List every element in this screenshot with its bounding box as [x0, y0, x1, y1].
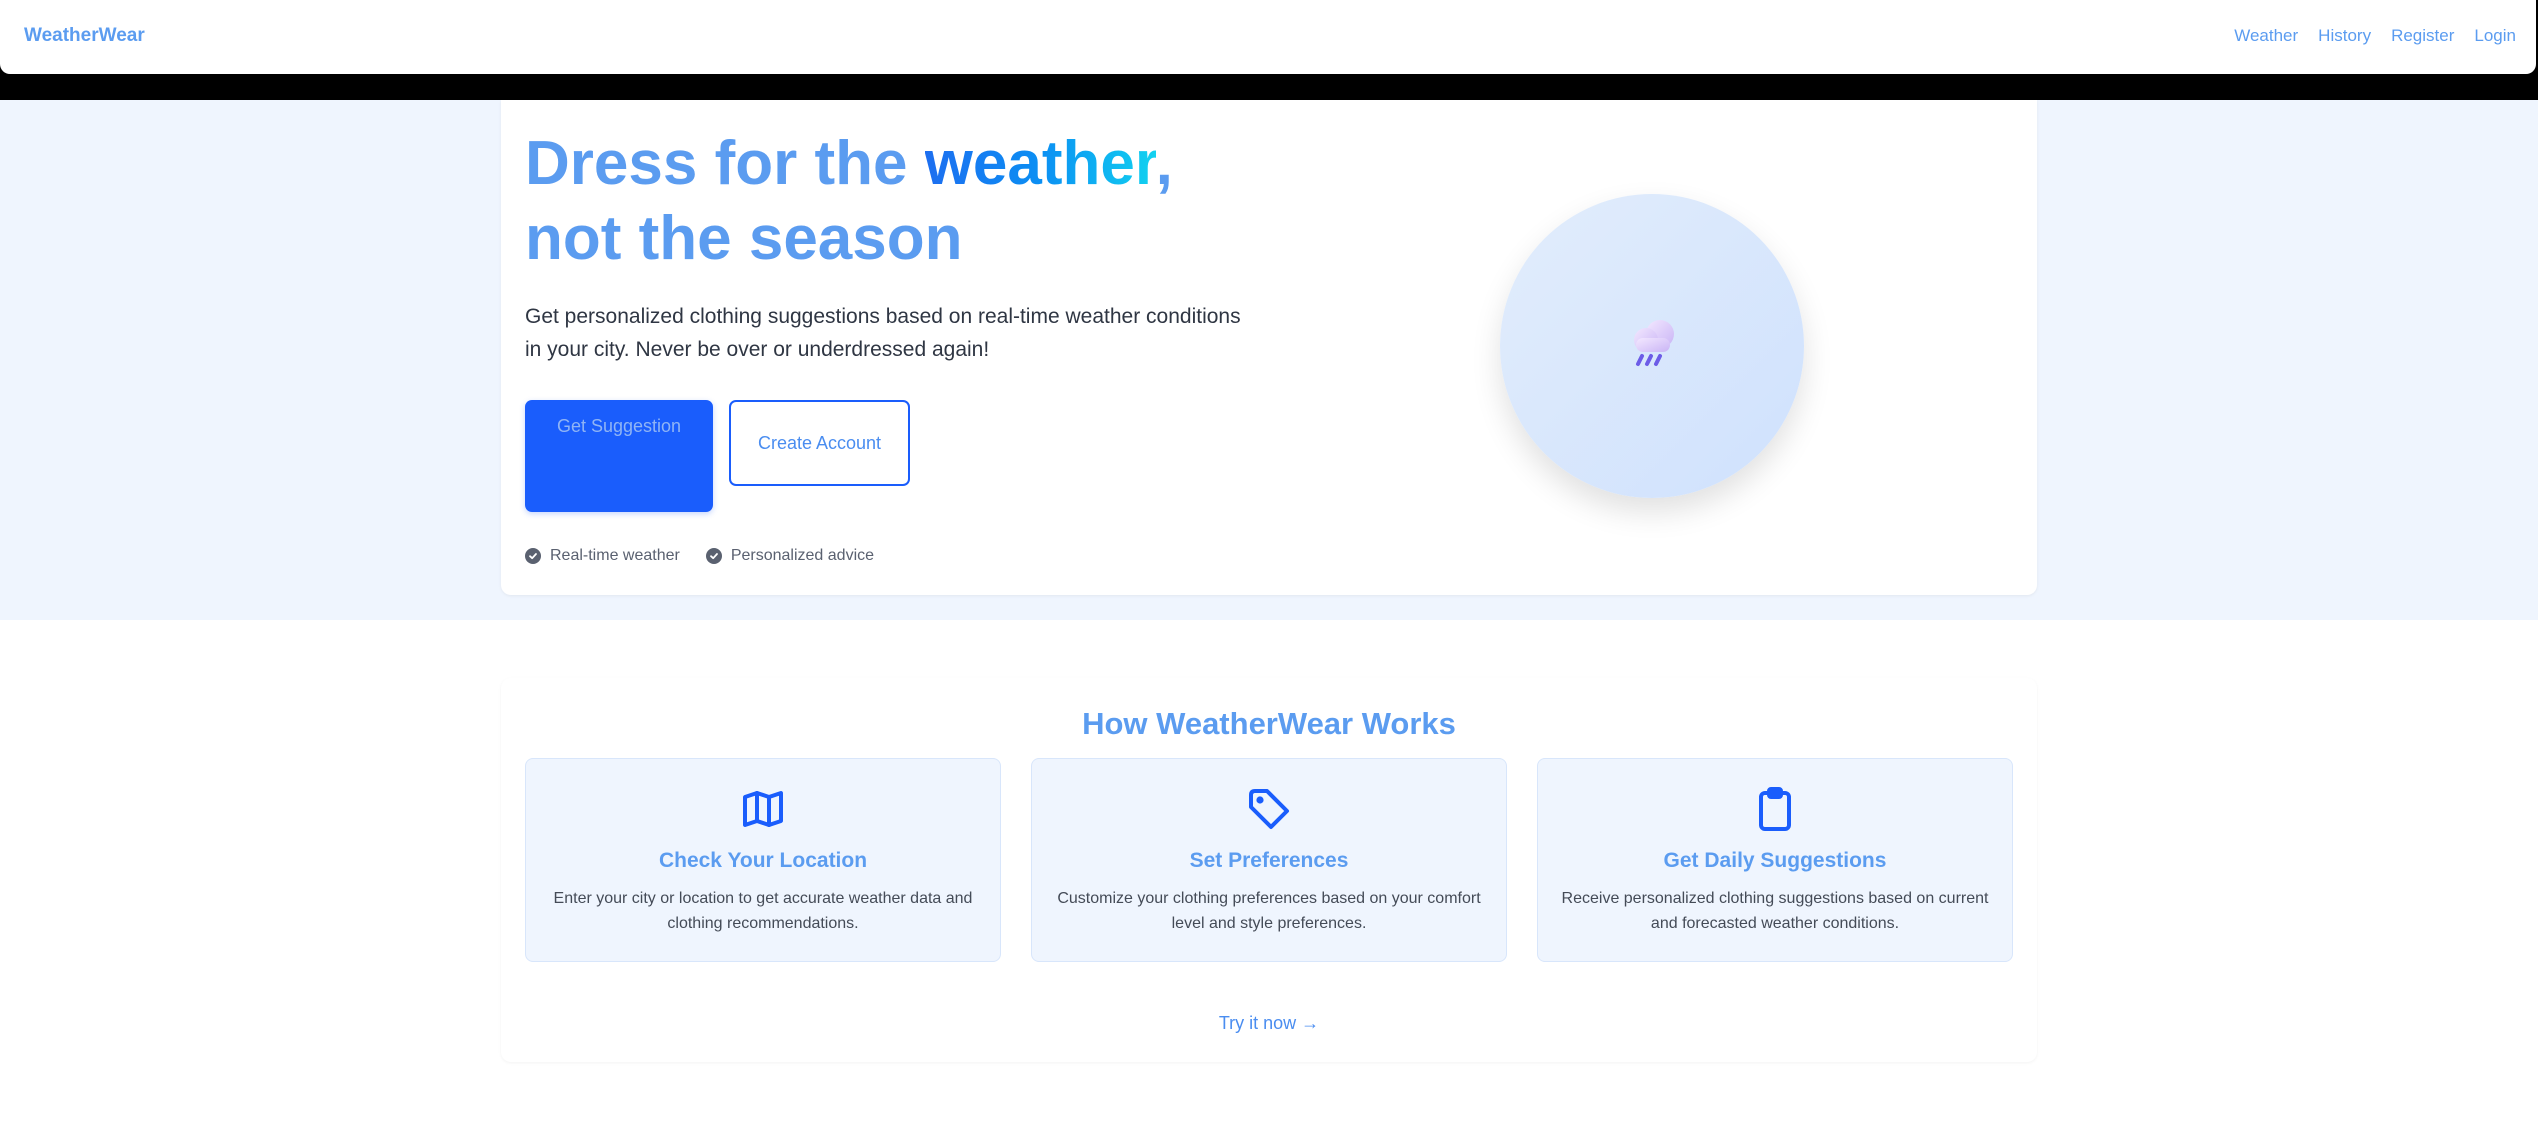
feature-card-suggestions: Get Daily Suggestions Receive personaliz…	[1537, 758, 2013, 962]
feature-badges: Real-time weather Personalized advice	[525, 547, 874, 565]
get-suggestion-button[interactable]: Get Suggestion	[525, 400, 713, 512]
feature-title: Check Your Location	[658, 849, 868, 872]
hero-headline: Dress for the weather, not the season	[525, 126, 1173, 276]
nav-history-link[interactable]: History	[2318, 26, 2371, 46]
hero-card: Dress for the weather, not the season Get…	[501, 100, 2037, 595]
feature-card-preferences: Set Preferences Customize your clothing …	[1031, 758, 1507, 962]
nav-login-link[interactable]: Login	[2474, 26, 2516, 46]
feature-title: Set Preferences	[1189, 849, 1349, 872]
check-circle-icon	[705, 548, 722, 564]
brand-logo[interactable]: WeatherWear	[24, 25, 145, 47]
headline-part1: Dress for the	[525, 129, 925, 198]
nav-register-link[interactable]: Register	[2391, 26, 2454, 46]
badge-label: Real-time weather	[550, 547, 680, 564]
nav-weather-link[interactable]: Weather	[2234, 26, 2298, 46]
map-icon	[743, 791, 783, 827]
headline-line2: not the season	[525, 204, 963, 273]
try-it-now-link[interactable]: Try it now →	[501, 1013, 2037, 1034]
hero-description: Get personalized clothing suggestions ba…	[525, 305, 1241, 361]
create-account-button[interactable]: Create Account	[729, 400, 910, 486]
section-title: How WeatherWear Works	[1082, 706, 1456, 741]
feature-description: Receive personalized clothing suggestion…	[1561, 890, 1989, 932]
check-circle-icon	[525, 548, 541, 564]
badge-personalized: Personalized advice	[705, 547, 875, 565]
feature-description: Customize your clothing preferences base…	[1057, 890, 1481, 932]
how-it-works-section: How WeatherWear Works Check Your Locatio…	[501, 678, 2037, 1062]
clipboard-icon	[1759, 787, 1791, 831]
rain-cloud-icon	[1634, 320, 1674, 366]
badge-label: Personalized advice	[730, 547, 875, 564]
tag-icon	[1249, 789, 1289, 829]
headline-accent: weather	[924, 129, 1156, 198]
navbar: WeatherWear Weather History Register Log…	[0, 0, 2536, 74]
feature-title: Get Daily Suggestions	[1663, 849, 1887, 872]
nav-links: Weather History Register Login	[2234, 26, 2516, 46]
headline-part2: ,	[1155, 129, 1173, 198]
weather-illustration	[1500, 194, 1804, 498]
badge-realtime: Real-time weather	[525, 547, 680, 565]
feature-description: Enter your city or location to get accur…	[553, 890, 973, 932]
feature-card-location: Check Your Location Enter your city or l…	[525, 758, 1001, 962]
